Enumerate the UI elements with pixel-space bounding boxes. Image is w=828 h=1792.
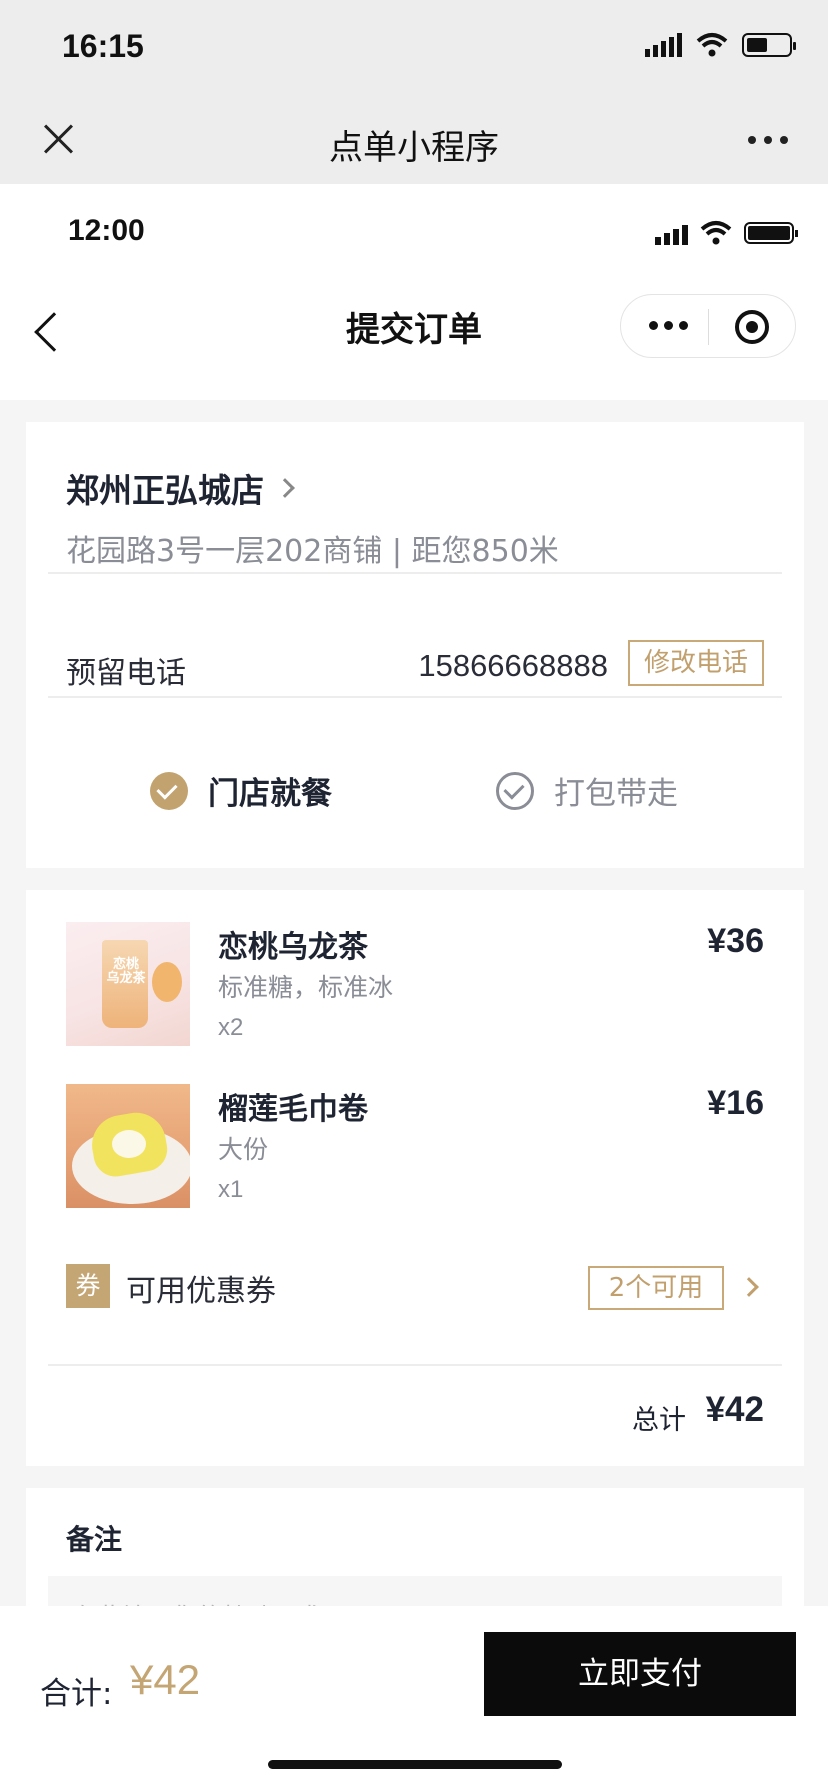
item-name: 榴莲毛巾卷 bbox=[218, 1092, 368, 1127]
product-image: 恋桃 乌龙茶 bbox=[66, 922, 190, 1046]
more-icon[interactable] bbox=[649, 321, 688, 330]
divider bbox=[48, 696, 782, 698]
app-content: 12:00 提交订单 郑州正弘城店 花园路3号一层202商铺 | 距您850米 … bbox=[0, 184, 828, 1792]
option-dine-in[interactable]: 门店就餐 bbox=[150, 768, 332, 813]
store-link[interactable]: 郑州正弘城店 bbox=[66, 464, 295, 512]
battery-icon bbox=[744, 222, 798, 244]
divider bbox=[48, 572, 782, 574]
pay-now-button[interactable]: 立即支付 bbox=[484, 1632, 796, 1716]
wifi-icon bbox=[696, 33, 728, 57]
product-image bbox=[66, 1084, 190, 1208]
store-address: 花园路3号一层202商铺 | 距您850米 bbox=[66, 534, 559, 569]
total-label: 总计 bbox=[632, 1405, 686, 1436]
inner-time: 12:00 bbox=[68, 214, 145, 247]
item-price: ¥16 bbox=[707, 1084, 764, 1122]
phone-number: 15866668888 bbox=[418, 648, 608, 683]
edit-phone-button[interactable]: 修改电话 bbox=[628, 640, 764, 686]
mini-program-title: 点单小程序 bbox=[329, 128, 499, 168]
check-circle-icon bbox=[150, 771, 188, 810]
remarks-title: 备注 bbox=[66, 1523, 123, 1556]
battery-icon bbox=[742, 33, 796, 57]
coupon-count-badge[interactable]: 2个可用 bbox=[588, 1266, 724, 1310]
target-icon[interactable] bbox=[735, 310, 769, 344]
order-item: 榴莲毛巾卷 大份 x1 ¥16 bbox=[66, 1084, 764, 1208]
store-name: 郑州正弘城店 bbox=[66, 471, 264, 510]
outer-status-icons bbox=[645, 32, 796, 58]
checkout-bar: 合计: ¥42 立即支付 bbox=[0, 1606, 828, 1792]
sum-label: 合计: bbox=[40, 1676, 113, 1712]
inner-status-bar: 12:00 bbox=[0, 184, 828, 274]
order-items-card: 恋桃 乌龙茶 恋桃乌龙茶 标准糖，标准冰 x2 ¥36 榴莲毛巾卷 大份 x1 ¥… bbox=[26, 890, 804, 1466]
item-spec: 标准糖，标准冰 bbox=[218, 973, 394, 1002]
option-takeaway[interactable]: 打包带走 bbox=[496, 768, 678, 813]
coupon-label[interactable]: 可用优惠券 bbox=[126, 1266, 276, 1310]
order-item: 恋桃 乌龙茶 恋桃乌龙茶 标准糖，标准冰 x2 ¥36 bbox=[66, 922, 764, 1046]
item-price: ¥36 bbox=[707, 922, 764, 960]
option-dine-in-label: 门店就餐 bbox=[208, 776, 332, 812]
home-indicator bbox=[268, 1760, 562, 1769]
wifi-icon bbox=[700, 221, 732, 245]
signal-icon bbox=[645, 33, 682, 57]
store-card: 郑州正弘城店 花园路3号一层202商铺 | 距您850米 预留电话 158666… bbox=[26, 422, 804, 868]
chevron-right-icon bbox=[275, 478, 295, 498]
item-name: 恋桃乌龙茶 bbox=[218, 930, 368, 965]
option-takeaway-label: 打包带走 bbox=[554, 776, 678, 812]
sum-value: ¥42 bbox=[130, 1656, 201, 1703]
more-icon[interactable] bbox=[748, 136, 788, 144]
inner-status-icons bbox=[655, 220, 798, 246]
chevron-right-icon[interactable] bbox=[739, 1277, 759, 1297]
mini-program-bar: 点单小程序 bbox=[0, 96, 828, 184]
navbar: 提交订单 bbox=[0, 274, 828, 400]
phone-label: 预留电话 bbox=[66, 656, 186, 691]
item-qty: x2 bbox=[218, 1014, 244, 1041]
item-qty: x1 bbox=[218, 1176, 244, 1203]
coupon-icon: 券 bbox=[66, 1264, 110, 1308]
capsule-divider bbox=[708, 309, 709, 345]
item-spec: 大份 bbox=[218, 1135, 269, 1164]
capsule-menu bbox=[620, 294, 796, 358]
check-circle-icon bbox=[496, 771, 534, 810]
outer-status-bar: 16:15 bbox=[0, 0, 828, 96]
divider bbox=[48, 1364, 782, 1366]
signal-icon bbox=[655, 221, 688, 245]
outer-time: 16:15 bbox=[62, 28, 144, 64]
total-value: ¥42 bbox=[705, 1390, 764, 1429]
